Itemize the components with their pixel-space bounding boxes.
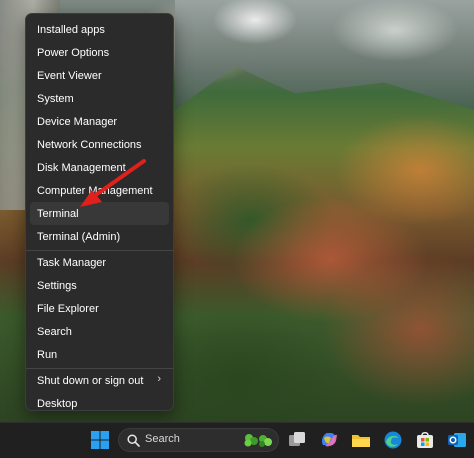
menu-item-network-connections[interactable]: Network Connections xyxy=(30,133,169,156)
menu-item-desktop[interactable]: Desktop xyxy=(30,392,169,415)
menu-item-label: Shut down or sign out xyxy=(37,374,144,387)
menu-item-run[interactable]: Run xyxy=(30,343,169,366)
menu-item-event-viewer[interactable]: Event Viewer xyxy=(30,64,169,87)
menu-item-settings[interactable]: Settings xyxy=(30,274,169,297)
task-view-icon[interactable] xyxy=(287,430,307,450)
copilot-icon[interactable] xyxy=(319,430,339,450)
edge-icon[interactable] xyxy=(383,430,403,450)
chevron-right-icon: › xyxy=(157,373,161,385)
menu-item-system[interactable]: System xyxy=(30,87,169,110)
menu-item-shut-down-or-sign-out[interactable]: Shut down or sign out › xyxy=(30,369,169,392)
taskbar: Search xyxy=(0,422,474,458)
search-icon xyxy=(127,434,140,447)
menu-item-power-options[interactable]: Power Options xyxy=(30,41,169,64)
menu-item-terminal-admin[interactable]: Terminal (Admin) xyxy=(30,225,169,248)
menu-item-search[interactable]: Search xyxy=(30,320,169,343)
microsoft-store-icon[interactable] xyxy=(415,430,435,450)
taskbar-search-box[interactable]: Search xyxy=(118,428,279,452)
menu-item-device-manager[interactable]: Device Manager xyxy=(30,110,169,133)
file-explorer-icon[interactable] xyxy=(351,430,371,450)
search-label: Search xyxy=(145,433,180,445)
windows-start-icon[interactable] xyxy=(90,430,110,450)
menu-item-installed-apps[interactable]: Installed apps xyxy=(30,18,169,41)
outlook-icon[interactable] xyxy=(447,430,467,450)
menu-item-task-manager[interactable]: Task Manager xyxy=(30,251,169,274)
red-arrow-annotation xyxy=(80,159,146,207)
search-highlight-icon xyxy=(244,434,272,447)
menu-item-file-explorer[interactable]: File Explorer xyxy=(30,297,169,320)
